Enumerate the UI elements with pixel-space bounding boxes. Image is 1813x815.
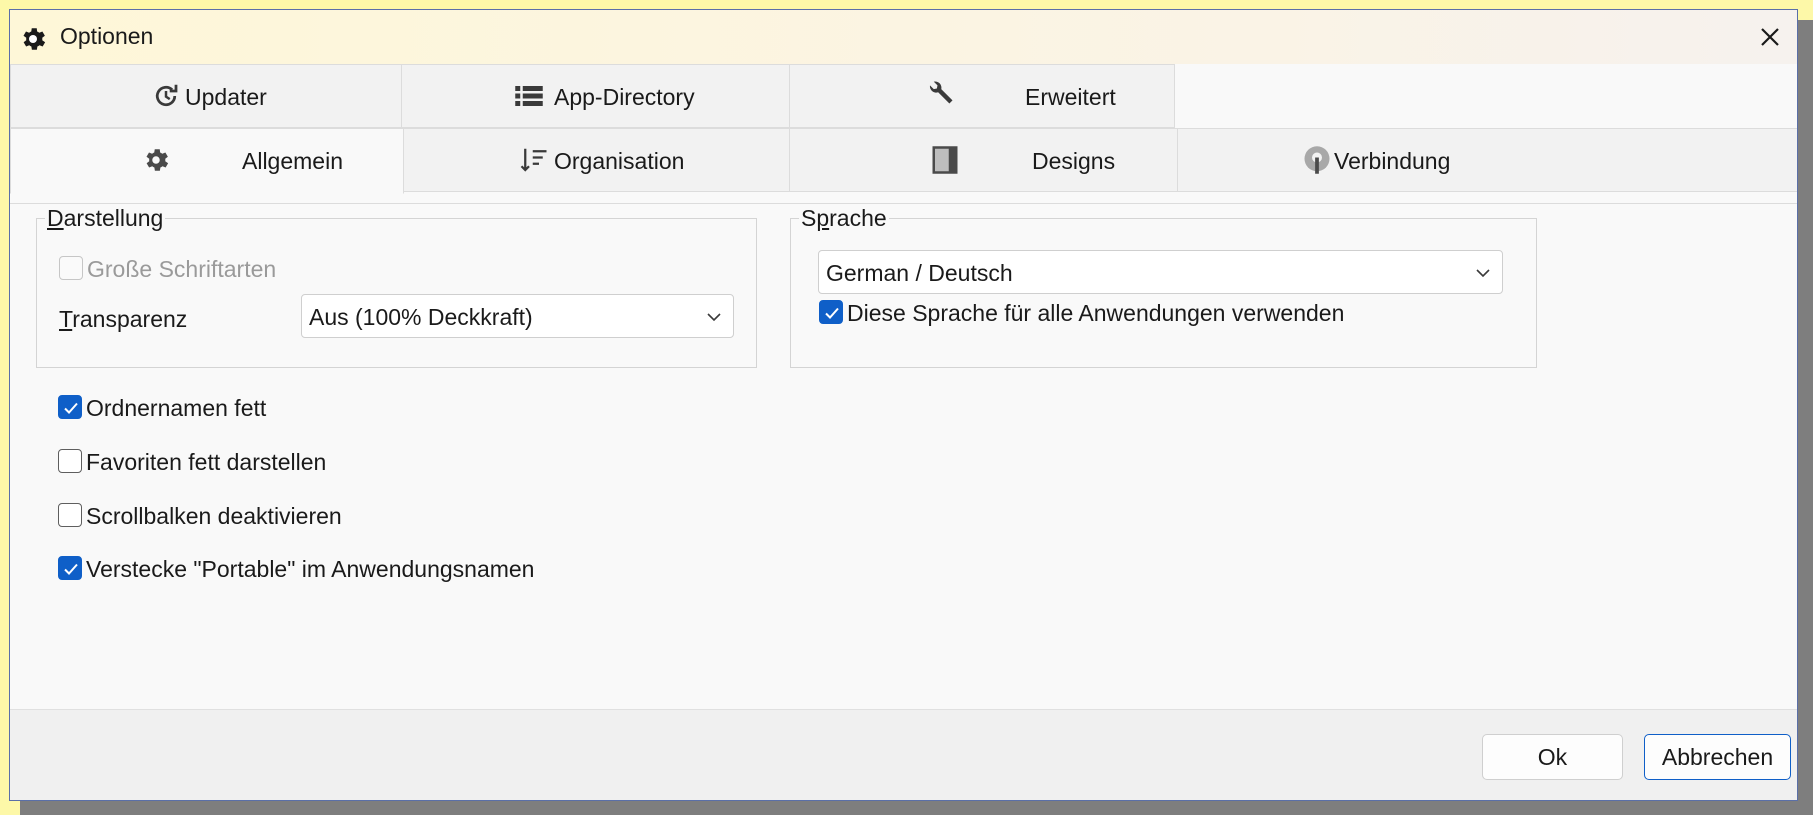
tab-strip: Updater App-Directory Erweitert Allgemei… — [10, 64, 1797, 204]
theme-icon — [932, 146, 958, 174]
list-icon — [515, 86, 543, 106]
language-value: German / Deutsch — [826, 260, 1013, 286]
use-language-for-all-label: Diese Sprache für alle Anwendungen verwe… — [847, 300, 1345, 326]
checkmark-icon — [64, 563, 78, 575]
tab-erweitert[interactable]: Erweitert — [789, 64, 1175, 128]
large-fonts-checkbox[interactable] — [59, 256, 83, 280]
disable-scrollbars-label: Scrollbalken deaktivieren — [86, 503, 342, 529]
chevron-down-icon — [1476, 269, 1490, 278]
use-language-for-all-checkbox[interactable] — [819, 300, 843, 324]
transparency-value: Aus (100% Deckkraft) — [309, 304, 533, 330]
wrench-icon — [929, 81, 953, 104]
large-fonts-label: Große Schriftarten — [87, 256, 277, 282]
disable-scrollbars-checkbox[interactable] — [58, 503, 82, 527]
checkmark-icon — [64, 402, 78, 414]
ok-button[interactable]: Ok — [1482, 734, 1623, 780]
sprache-legend: Sprache — [799, 205, 889, 232]
transparency-dropdown[interactable]: Aus (100% Deckkraft) — [301, 294, 734, 338]
title-bar: Optionen — [10, 10, 1797, 64]
sprache-group: Sprache German / Deutsch Diese Sprache f… — [790, 205, 1537, 368]
tab-app-directory[interactable]: App-Directory — [401, 64, 790, 128]
hide-portable-checkbox[interactable] — [58, 556, 82, 580]
tab-content-allgemein: Darstellung Große Schriftarten Transpare… — [10, 203, 1797, 724]
refresh-clock-icon — [155, 84, 178, 107]
bold-folder-names-checkbox[interactable] — [58, 395, 82, 419]
options-dialog: Optionen Updater App-Directory Erweitert… — [9, 9, 1798, 801]
connection-icon — [1304, 146, 1330, 174]
darstellung-legend: Darstellung — [45, 205, 166, 232]
window-title: Optionen — [60, 23, 154, 49]
cancel-button[interactable]: Abbrechen — [1644, 734, 1791, 780]
bold-folder-names-label: Ordnernamen fett — [86, 395, 267, 421]
tab-allgemein[interactable]: Allgemein — [10, 128, 404, 194]
bold-favorites-checkbox[interactable] — [58, 449, 82, 473]
checkmark-icon — [825, 307, 839, 319]
language-dropdown[interactable]: German / Deutsch — [818, 250, 1503, 294]
tab-designs[interactable]: Designs — [789, 128, 1178, 192]
gear-icon — [23, 28, 46, 50]
close-icon[interactable] — [1751, 18, 1789, 56]
transparency-label: Transparenz — [59, 306, 188, 332]
bold-favorites-label: Favoriten fett darstellen — [86, 449, 327, 475]
hide-portable-label: Verstecke "Portable" im Anwendungsnamen — [86, 556, 535, 582]
darstellung-group: Darstellung Große Schriftarten Transpare… — [36, 205, 757, 368]
tab-updater[interactable]: Updater — [10, 64, 402, 128]
sort-icon — [520, 148, 547, 172]
gear-icon — [146, 149, 169, 171]
tab-organisation[interactable]: Organisation — [403, 128, 790, 192]
button-bar: Ok Abbrechen — [10, 709, 1797, 800]
tab-verbindung[interactable]: Verbindung — [1177, 128, 1797, 192]
chevron-down-icon — [707, 313, 721, 322]
